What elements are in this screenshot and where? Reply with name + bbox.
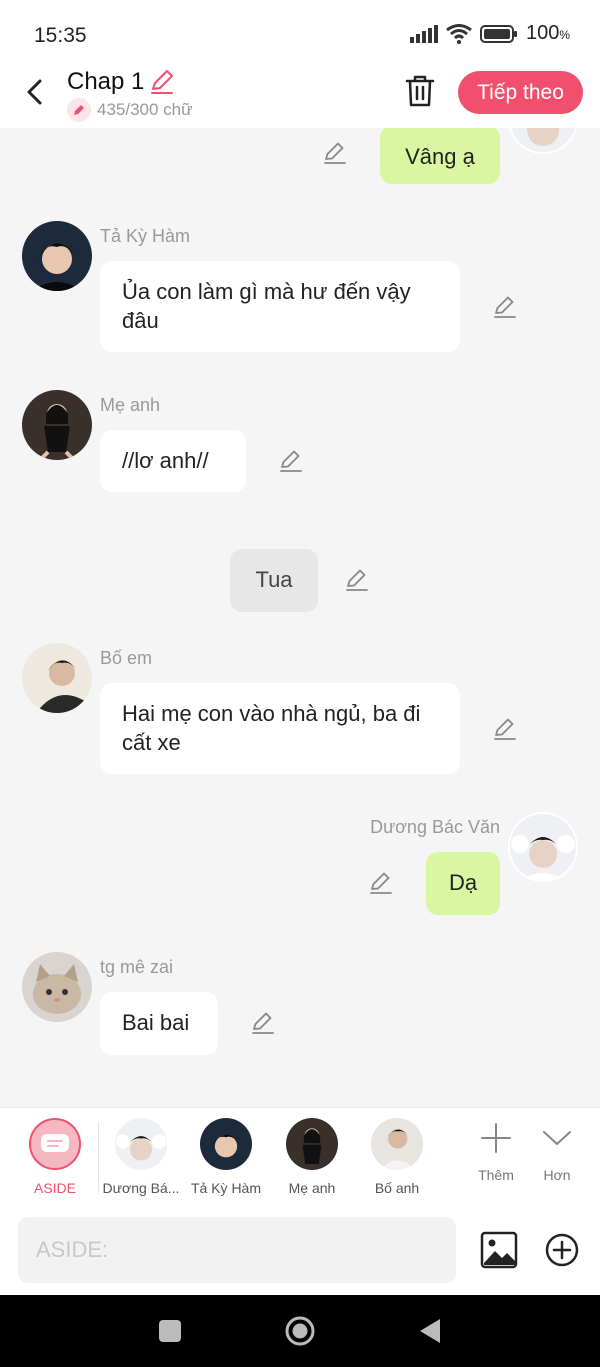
avatar[interactable]	[22, 221, 92, 291]
character-aside[interactable]: ASIDE	[13, 1118, 97, 1196]
word-count: 435/300 chữ	[97, 100, 193, 119]
avatar	[286, 1118, 338, 1170]
avatar	[200, 1118, 252, 1170]
input-row	[0, 1207, 600, 1295]
battery-percent: 100%	[525, 22, 570, 44]
avatar[interactable]	[22, 390, 92, 460]
tool-label: Hơn	[543, 1167, 571, 1183]
chevron-down-icon	[543, 1131, 571, 1145]
back-arrow-icon[interactable]	[18, 74, 54, 110]
plus-icon	[481, 1123, 511, 1153]
back-triangle-icon[interactable]	[418, 1317, 442, 1345]
avatar	[115, 1118, 167, 1170]
character-label: Dương Bá...	[102, 1180, 180, 1196]
character-name: Mẹ anh	[100, 395, 161, 415]
chat-bubble[interactable]: Vâng ạ	[380, 128, 500, 184]
avatar[interactable]	[508, 812, 578, 882]
status-time: 15:35	[34, 24, 87, 47]
edit-message-icon[interactable]	[322, 140, 348, 166]
status-icons: 100%	[409, 22, 570, 45]
character-item[interactable]: Tả Kỳ Hàm	[184, 1118, 268, 1196]
avatar[interactable]	[508, 128, 578, 154]
message-input[interactable]	[18, 1217, 456, 1283]
edit-message-icon[interactable]	[368, 870, 394, 896]
narration-bubble[interactable]: Tua	[230, 549, 318, 612]
next-button[interactable]: Tiếp theo	[458, 71, 583, 114]
word-count-row: 435/300 chữ	[67, 98, 193, 122]
edit-message-icon[interactable]	[344, 567, 370, 593]
signal-icon	[409, 24, 438, 43]
more-button[interactable]: Hơn	[527, 1122, 587, 1183]
character-label: ASIDE	[33, 1180, 76, 1196]
character-item[interactable]: Bố anh	[355, 1118, 439, 1196]
chat-bubble[interactable]: Dạ	[426, 852, 500, 915]
image-icon[interactable]	[480, 1231, 518, 1269]
edit-message-icon[interactable]	[492, 294, 518, 320]
tool-label: Thêm	[478, 1167, 514, 1183]
chat-bubble[interactable]: Ủa con làm gì mà hư đến vậy đâu	[100, 261, 460, 352]
edit-message-icon[interactable]	[492, 716, 518, 742]
battery-icon	[479, 24, 517, 43]
add-character-button[interactable]: Thêm	[466, 1122, 526, 1183]
character-name: Bố em	[100, 648, 153, 668]
character-name: Dương Bác Văn	[370, 817, 500, 837]
wifi-icon	[446, 23, 472, 44]
character-label: Tả Kỳ Hàm	[190, 1180, 261, 1196]
edit-title-icon[interactable]	[148, 68, 176, 96]
chat-bubble[interactable]: Hai mẹ con vào nhà ngủ, ba đi cất xe	[100, 683, 460, 774]
avatar	[371, 1118, 423, 1170]
edit-message-icon[interactable]	[278, 448, 304, 474]
edit-message-icon[interactable]	[250, 1010, 276, 1036]
character-item[interactable]: Mẹ anh	[270, 1118, 354, 1196]
trash-icon[interactable]	[404, 74, 436, 108]
character-label: Mẹ anh	[288, 1180, 336, 1196]
recents-button[interactable]	[159, 1320, 181, 1342]
character-selector: ASIDE Dương Bá... Tả Kỳ Hàm Mẹ anh Bố an…	[0, 1107, 600, 1207]
chat-bubble[interactable]: Bai bai	[100, 992, 218, 1055]
aside-icon	[29, 1118, 81, 1170]
character-item[interactable]: Dương Bá...	[99, 1118, 183, 1196]
character-label: Bố anh	[374, 1180, 420, 1196]
avatar[interactable]	[22, 952, 92, 1022]
home-button[interactable]	[284, 1315, 316, 1347]
pencil-badge-icon	[67, 98, 91, 122]
avatar[interactable]	[22, 643, 92, 713]
chat-area: Vâng ạ Tả Kỳ Hàm Ủa con làm gì mà hư đến…	[0, 128, 600, 1106]
chapter-title[interactable]: Chap 1	[67, 68, 144, 96]
chat-bubble[interactable]: //lơ anh//	[100, 430, 246, 492]
status-bar: 15:35 100%	[0, 0, 600, 64]
header: Chap 1 435/300 chữ Tiếp theo	[0, 64, 600, 128]
system-nav-bar	[0, 1295, 600, 1367]
add-circle-icon[interactable]	[545, 1233, 579, 1267]
character-name: tg mê zai	[100, 957, 174, 977]
character-name: Tả Kỳ Hàm	[100, 226, 191, 246]
